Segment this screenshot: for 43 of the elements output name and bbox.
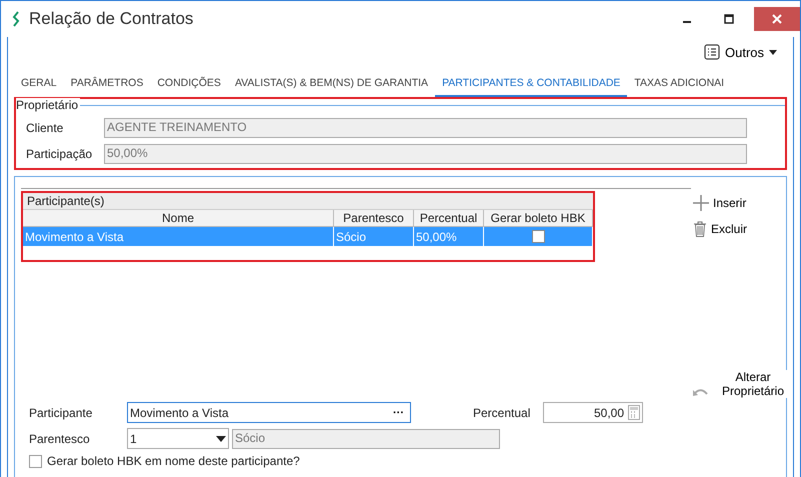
insert-button[interactable]: Inserir	[693, 192, 746, 214]
browse-button[interactable]: ···	[389, 406, 408, 418]
field-label: Participação	[26, 146, 94, 160]
checkbox[interactable]	[29, 454, 42, 468]
column-header[interactable]: Parentesco	[334, 210, 414, 227]
calculator-icon[interactable]	[628, 405, 640, 420]
tab[interactable]: GERAL	[14, 77, 64, 97]
column-header[interactable]: Percentual	[414, 210, 484, 227]
readonly-field: 50,00%	[104, 144, 747, 164]
participant-input[interactable]: Movimento a Vista ···	[127, 402, 411, 423]
percent-input[interactable]: 50,00	[543, 402, 643, 423]
caret-icon	[769, 50, 777, 54]
undo-icon	[693, 388, 709, 398]
logo-icon	[11, 11, 21, 27]
field-label: Cliente	[26, 120, 64, 134]
list-icon	[704, 44, 720, 60]
column-header[interactable]: Nome	[23, 210, 334, 227]
field-label: Participante	[29, 406, 94, 420]
column-header[interactable]: Gerar boleto HBK	[484, 210, 593, 227]
checkbox[interactable]	[532, 230, 544, 243]
tab[interactable]: PARÂMETROS	[64, 77, 150, 97]
trash-icon	[693, 221, 707, 237]
kinship-dropdown[interactable]: 1	[127, 428, 229, 449]
checkbox-label: Gerar boleto HBK em nome deste participante?	[47, 454, 300, 468]
close-button[interactable]	[754, 7, 800, 31]
grid-title: Participante(s)	[23, 193, 593, 210]
plus-icon	[693, 195, 709, 211]
minimize-icon	[683, 21, 691, 23]
outros-menu-button[interactable]: Outros	[704, 41, 777, 63]
caret-icon	[216, 436, 226, 442]
field-label: Percentual	[473, 406, 532, 420]
readonly-field: AGENTE TREINAMENTO	[104, 118, 747, 138]
close-icon	[772, 14, 782, 24]
tab[interactable]: PARTICIPANTES & CONTABILIDADE	[435, 77, 628, 97]
group-legend: Proprietário	[16, 98, 80, 112]
tab[interactable]: CONDIÇÕES	[150, 77, 228, 97]
readonly-field: Sócio	[232, 428, 500, 448]
delete-button[interactable]: Excluir	[693, 218, 748, 240]
tab[interactable]: AVALISTA(S) & BEM(NS) DE GARANTIA	[228, 77, 436, 97]
field-label: Parentesco	[29, 432, 91, 446]
tab[interactable]: TAXAS ADICIONAI	[627, 77, 732, 97]
window-title: Relação de Contratos	[29, 9, 194, 29]
maximize-icon	[724, 14, 734, 24]
